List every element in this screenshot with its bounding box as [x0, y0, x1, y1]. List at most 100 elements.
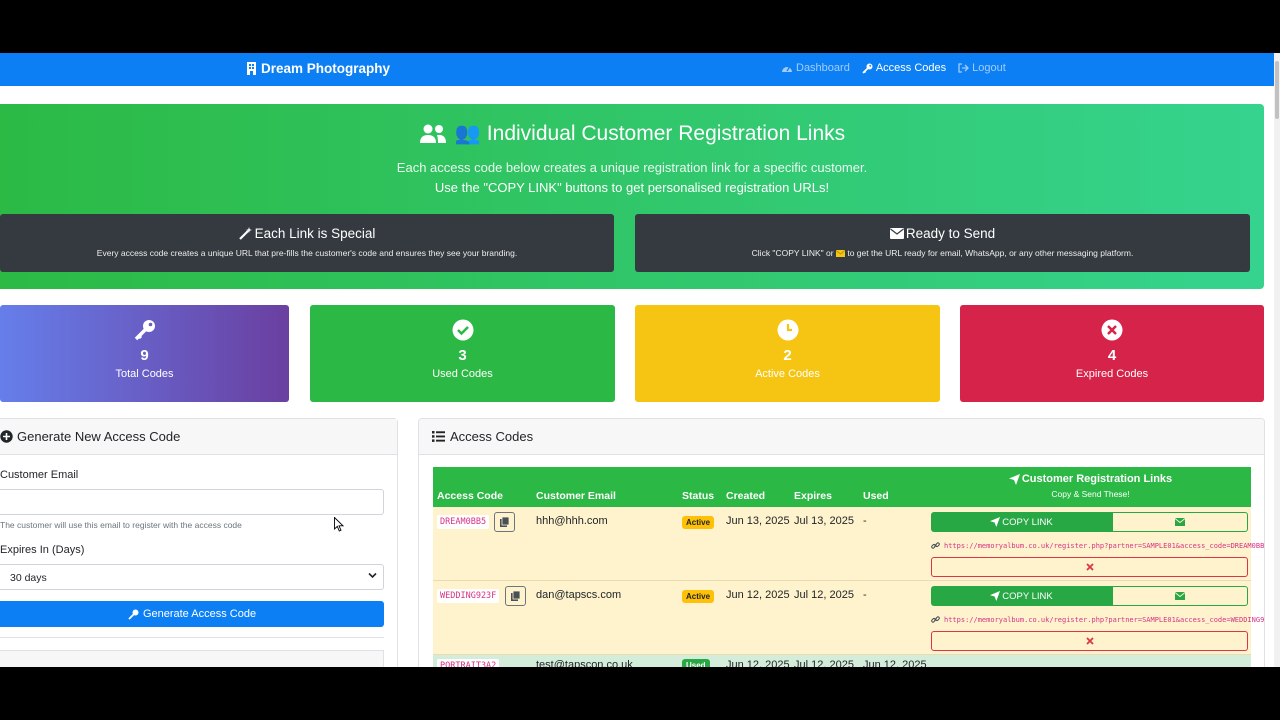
- key-icon: [862, 63, 873, 74]
- access-code-value: WEDDING923F: [437, 589, 500, 603]
- close-icon: [1085, 563, 1094, 571]
- email-link-button[interactable]: [1112, 512, 1248, 532]
- nav-logout-label: Logout: [972, 62, 1006, 74]
- copy-link-button[interactable]: COPY LINK: [931, 586, 1112, 606]
- hero-title: 👥 Individual Customer Registration Links: [0, 122, 1264, 146]
- th-customer-email: Customer Email: [536, 490, 616, 502]
- list-icon: [432, 431, 445, 442]
- access-codes-header: Access Codes: [419, 419, 1264, 455]
- delete-code-button[interactable]: [931, 557, 1248, 577]
- nav-access-codes-label: Access Codes: [875, 62, 947, 74]
- mouse-cursor-icon: [334, 517, 344, 532]
- expires-in-select[interactable]: 30 days: [0, 564, 384, 590]
- stat-total-value: 9: [140, 347, 149, 364]
- created-date: Jun 12, 2025: [726, 589, 790, 601]
- generate-code-panel: Generate New Access Code Customer Email …: [0, 418, 398, 667]
- access-code-value: DREAM0BB5: [437, 515, 490, 529]
- stat-used-codes: 3 Used Codes: [310, 305, 615, 402]
- page-scrollbar[interactable]: [1274, 53, 1280, 667]
- nav-dashboard[interactable]: Dashboard: [781, 62, 850, 74]
- customer-email-input[interactable]: [0, 489, 384, 515]
- check-circle-icon: [452, 319, 473, 341]
- generate-panel-title: Generate New Access Code: [17, 429, 181, 444]
- used-date: Jun 12, 2025: [863, 659, 927, 667]
- stat-expired-codes: 4 Expired Codes: [960, 305, 1264, 402]
- registration-url-text: https://memoryalbum.co.uk/register.php?p…: [944, 541, 1265, 550]
- created-date: Jun 12, 2025: [726, 659, 790, 667]
- copy-link-button[interactable]: COPY LINK: [931, 512, 1112, 532]
- access-codes-table: Access Code Customer Email Status Create…: [433, 467, 1264, 667]
- info-card-special-title: Each Link is Special: [254, 226, 376, 241]
- envelope-icon: [889, 228, 904, 239]
- used-date: -: [863, 589, 867, 601]
- clipboard-icon: [511, 591, 520, 601]
- expires-in-value: 30 days: [10, 572, 47, 584]
- envelope-icon: [1175, 518, 1185, 526]
- expires-date: Jul 12, 2025: [794, 659, 854, 667]
- copy-link-label: COPY LINK: [1002, 516, 1053, 528]
- info-card-ready-text-before: Click "COPY LINK" or: [751, 248, 834, 258]
- th-registration-links: Customer Registration Links Copy & Send …: [930, 473, 1251, 499]
- nav-access-codes[interactable]: Access Codes: [862, 62, 946, 74]
- scrollbar-thumb[interactable]: [1275, 61, 1279, 119]
- stat-used-label: Used Codes: [432, 368, 493, 380]
- expires-date: Jul 13, 2025: [794, 515, 854, 527]
- generate-panel-header: Generate New Access Code: [0, 419, 397, 455]
- stat-used-value: 3: [458, 347, 467, 364]
- th-expires: Expires: [794, 490, 832, 502]
- chevron-down-icon: [368, 572, 377, 579]
- registration-url[interactable]: https://memoryalbum.co.uk/register.php?p…: [931, 615, 1264, 624]
- nav-logout[interactable]: Logout: [958, 62, 1006, 74]
- th-links-title: Customer Registration Links: [1021, 473, 1173, 485]
- customer-email-value: test@tapscon.co.uk: [536, 659, 633, 667]
- th-access-code: Access Code: [437, 490, 503, 502]
- copy-code-button[interactable]: [494, 512, 515, 532]
- email-link-button[interactable]: [1112, 586, 1248, 606]
- paper-plane-icon: [990, 591, 1001, 601]
- status-badge: Active: [682, 590, 715, 603]
- clipboard-icon: [500, 517, 509, 527]
- info-card-ready-text: Click "COPY LINK" or to get the URL read…: [635, 248, 1250, 258]
- nav-links: Dashboard Access Codes Logout: [781, 62, 1006, 74]
- stat-expired-label: Expired Codes: [1075, 368, 1149, 380]
- brand[interactable]: Dream Photography: [246, 61, 390, 76]
- link-icon: [931, 542, 940, 549]
- hero-line-1: Each access code below creates a unique …: [396, 160, 868, 175]
- created-date: Jun 13, 2025: [726, 515, 790, 527]
- panel-divider: [0, 637, 384, 638]
- access-codes-panel: Access Codes Access Code Customer Email …: [418, 418, 1265, 667]
- collapsed-sub-card: [0, 650, 384, 667]
- expires-in-label: Expires In (Days): [0, 544, 85, 556]
- clock-icon: [777, 319, 798, 341]
- link-icon: [931, 616, 940, 623]
- table-row: WEDDING923F dan@tapscs.com Active Jun 12…: [433, 581, 1264, 655]
- envelope-icon: [835, 250, 846, 258]
- hero-banner: 👥 Individual Customer Registration Links…: [0, 104, 1264, 289]
- status-badge: Active: [682, 516, 715, 529]
- th-used: Used: [863, 490, 889, 502]
- x-circle-icon: [1101, 319, 1123, 341]
- gauge-icon: [782, 66, 792, 72]
- logout-icon: [958, 63, 970, 73]
- generate-access-code-button[interactable]: Generate Access Code: [0, 601, 384, 627]
- info-card-special: Each Link is Special Every access code c…: [0, 214, 614, 272]
- users-icon: [419, 124, 446, 143]
- generate-button-label: Generate Access Code: [142, 608, 257, 620]
- info-card-special-text: Every access code creates a unique URL t…: [96, 248, 518, 258]
- th-links-sub: Copy & Send These!: [1051, 489, 1130, 499]
- table-row: PORTRAIT3A2 test@tapscon.co.uk Used Jun …: [433, 655, 1251, 667]
- plus-circle-icon: [0, 430, 13, 443]
- building-icon: [247, 62, 256, 75]
- registration-url[interactable]: https://memoryalbum.co.uk/register.php?p…: [931, 541, 1265, 550]
- close-icon: [1085, 637, 1094, 645]
- copy-link-label: COPY LINK: [1002, 590, 1053, 602]
- delete-code-button[interactable]: [931, 631, 1248, 651]
- stat-total-label: Total Codes: [115, 368, 174, 380]
- magic-wand-icon: [238, 227, 252, 240]
- key-icon: [134, 320, 155, 341]
- hero-title-text: 👥 Individual Customer Registration Links: [454, 122, 846, 145]
- nav-dashboard-label: Dashboard: [796, 62, 850, 74]
- copy-code-button[interactable]: [505, 586, 526, 606]
- used-date: -: [863, 515, 867, 527]
- customer-email-help: The customer will use this email to regi…: [0, 520, 242, 530]
